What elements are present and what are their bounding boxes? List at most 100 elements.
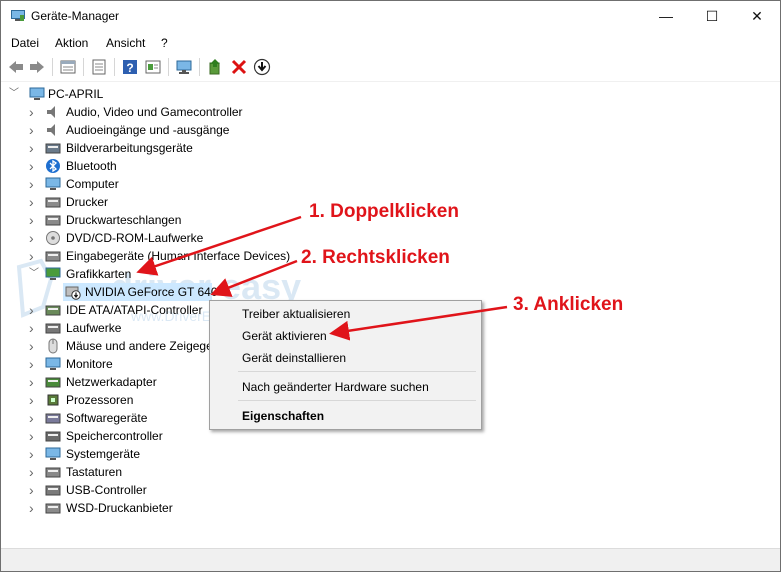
expand-icon[interactable]: ›: [29, 411, 39, 425]
disabled-device-icon: [65, 286, 81, 300]
tree-category-label: Audioeingänge und -ausgänge: [66, 123, 230, 137]
expand-icon[interactable]: ›: [29, 303, 39, 317]
expand-icon[interactable]: ›: [29, 447, 39, 461]
menu-bar: Datei Aktion Ansicht ?: [1, 32, 780, 54]
help-icon[interactable]: ?: [121, 58, 139, 76]
expand-icon[interactable]: ›: [29, 105, 39, 119]
maximize-button[interactable]: ☐: [689, 1, 735, 32]
tree-category[interactable]: › Bluetooth: [29, 157, 449, 175]
menu-separator: [238, 371, 476, 372]
properties-icon[interactable]: [59, 58, 77, 76]
tree-category-label: IDE ATA/ATAPI-Controller: [66, 303, 203, 317]
monitor-icon: [45, 357, 61, 370]
tree-category-label: Audio, Video und Gamecontroller: [66, 105, 243, 119]
menu-datei[interactable]: Datei: [11, 36, 39, 50]
menu-item-update-driver[interactable]: Treiber aktualisieren: [242, 307, 350, 321]
expand-icon[interactable]: ›: [29, 393, 39, 407]
tree-category-label: USB-Controller: [66, 483, 147, 497]
expand-icon[interactable]: ›: [29, 123, 39, 137]
tree-category[interactable]: › WSD-Druckanbieter: [29, 499, 449, 517]
tree-category-label: Druckwarteschlangen: [66, 213, 182, 227]
svg-text:?: ?: [126, 61, 133, 75]
back-icon[interactable]: [7, 58, 25, 76]
tree-category[interactable]: › Systemgeräte: [29, 445, 449, 463]
menu-item-enable-device[interactable]: Gerät aktivieren: [242, 329, 327, 343]
processor-icon: [47, 394, 59, 406]
expand-icon[interactable]: ›: [29, 339, 39, 353]
expand-icon[interactable]: ›: [29, 465, 39, 479]
menu-ansicht[interactable]: Ansicht: [106, 36, 145, 50]
tree-category[interactable]: › Audioeingänge und -ausgänge: [29, 121, 449, 139]
expand-icon[interactable]: ›: [29, 231, 39, 245]
usb-icon: [45, 485, 61, 496]
menu-item-scan-hardware[interactable]: Nach geänderter Hardware suchen: [242, 380, 429, 394]
tree-category[interactable]: › Computer: [29, 175, 449, 193]
title-bar: Geräte-Manager — ☐ ✕: [1, 1, 780, 32]
enable-device-icon[interactable]: [253, 58, 271, 76]
tree-root[interactable]: ﹀ PC-APRIL: [9, 85, 309, 103]
context-menu: Treiber aktualisieren Gerät aktivieren G…: [209, 300, 482, 430]
computer-icon: [29, 87, 45, 100]
menu-item-uninstall-device[interactable]: Gerät deinstallieren: [242, 351, 346, 365]
tree-device-label: NVIDIA GeForce GT 640: [85, 285, 218, 299]
expand-icon[interactable]: ›: [29, 483, 39, 497]
hid-icon: [45, 251, 61, 262]
expand-icon[interactable]: ›: [29, 195, 39, 209]
tree-category-label: Bildverarbeitungsgeräte: [66, 141, 193, 155]
menu-aktion[interactable]: Aktion: [55, 36, 88, 50]
tree-category[interactable]: › DVD/CD-ROM-Laufwerke: [29, 229, 449, 247]
expand-icon[interactable]: ›: [29, 357, 39, 371]
menu-help[interactable]: ?: [161, 36, 168, 50]
tree-category[interactable]: › USB-Controller: [29, 481, 449, 499]
menu-item-properties[interactable]: Eigenschaften: [242, 409, 324, 423]
toolbar-separator: [199, 58, 200, 76]
keyboard-icon: [45, 467, 61, 478]
toolbar-separator: [168, 58, 169, 76]
toolbar-separator: [52, 58, 53, 76]
uninstall-icon[interactable]: [230, 58, 248, 76]
menu-separator: [238, 400, 476, 401]
minimize-button[interactable]: —: [643, 1, 689, 32]
monitor-icon[interactable]: [175, 58, 193, 76]
speaker-icon: [47, 106, 55, 118]
disc-icon: [46, 231, 60, 245]
view-icon[interactable]: [144, 58, 162, 76]
tree-root-label: PC-APRIL: [48, 87, 104, 101]
toolbar-separator: [114, 58, 115, 76]
update-driver-icon[interactable]: [206, 58, 224, 76]
tree-category-label: Softwaregeräte: [66, 411, 148, 425]
expand-icon[interactable]: ›: [29, 141, 39, 155]
printer-icon: [45, 197, 61, 208]
expand-icon[interactable]: ›: [29, 249, 39, 263]
toolbar-separator: [83, 58, 84, 76]
collapse-icon[interactable]: ﹀: [9, 88, 19, 100]
status-bar: [1, 548, 780, 571]
tree-category-label: Bluetooth: [66, 159, 117, 173]
device-manager-window: Geräte-Manager — ☐ ✕ Datei Aktion Ansich…: [0, 0, 781, 572]
annotation-step2: 2. Rechtsklicken: [301, 247, 450, 268]
tree-category-label: Drucker: [66, 195, 109, 209]
expand-icon[interactable]: ›: [29, 321, 39, 335]
expand-icon[interactable]: ›: [29, 177, 39, 191]
expand-icon[interactable]: ›: [29, 213, 39, 227]
list-icon[interactable]: [90, 58, 108, 76]
collapse-icon[interactable]: ﹀: [29, 268, 39, 280]
forward-icon[interactable]: [28, 58, 46, 76]
network-icon: [45, 377, 61, 388]
controller-icon: [45, 305, 61, 316]
tree-category[interactable]: › Audio, Video und Gamecontroller: [29, 103, 449, 121]
close-button[interactable]: ✕: [734, 1, 780, 32]
expand-icon[interactable]: ›: [29, 429, 39, 443]
tree-category[interactable]: › Tastaturen: [29, 463, 449, 481]
tree-category-label: WSD-Druckanbieter: [66, 501, 173, 515]
tree-device-nvidia[interactable]: NVIDIA GeForce GT 640: [65, 283, 225, 301]
mouse-icon: [48, 338, 58, 354]
tree-category[interactable]: › Bildverarbeitungsgeräte: [29, 139, 449, 157]
expand-icon[interactable]: ›: [29, 375, 39, 389]
camera-icon: [45, 143, 61, 154]
tree-category-label: Netzwerkadapter: [66, 375, 157, 389]
printer-icon: [45, 215, 61, 226]
expand-icon[interactable]: ›: [29, 159, 39, 173]
toolbar: ?: [1, 54, 780, 82]
expand-icon[interactable]: ›: [29, 501, 39, 515]
